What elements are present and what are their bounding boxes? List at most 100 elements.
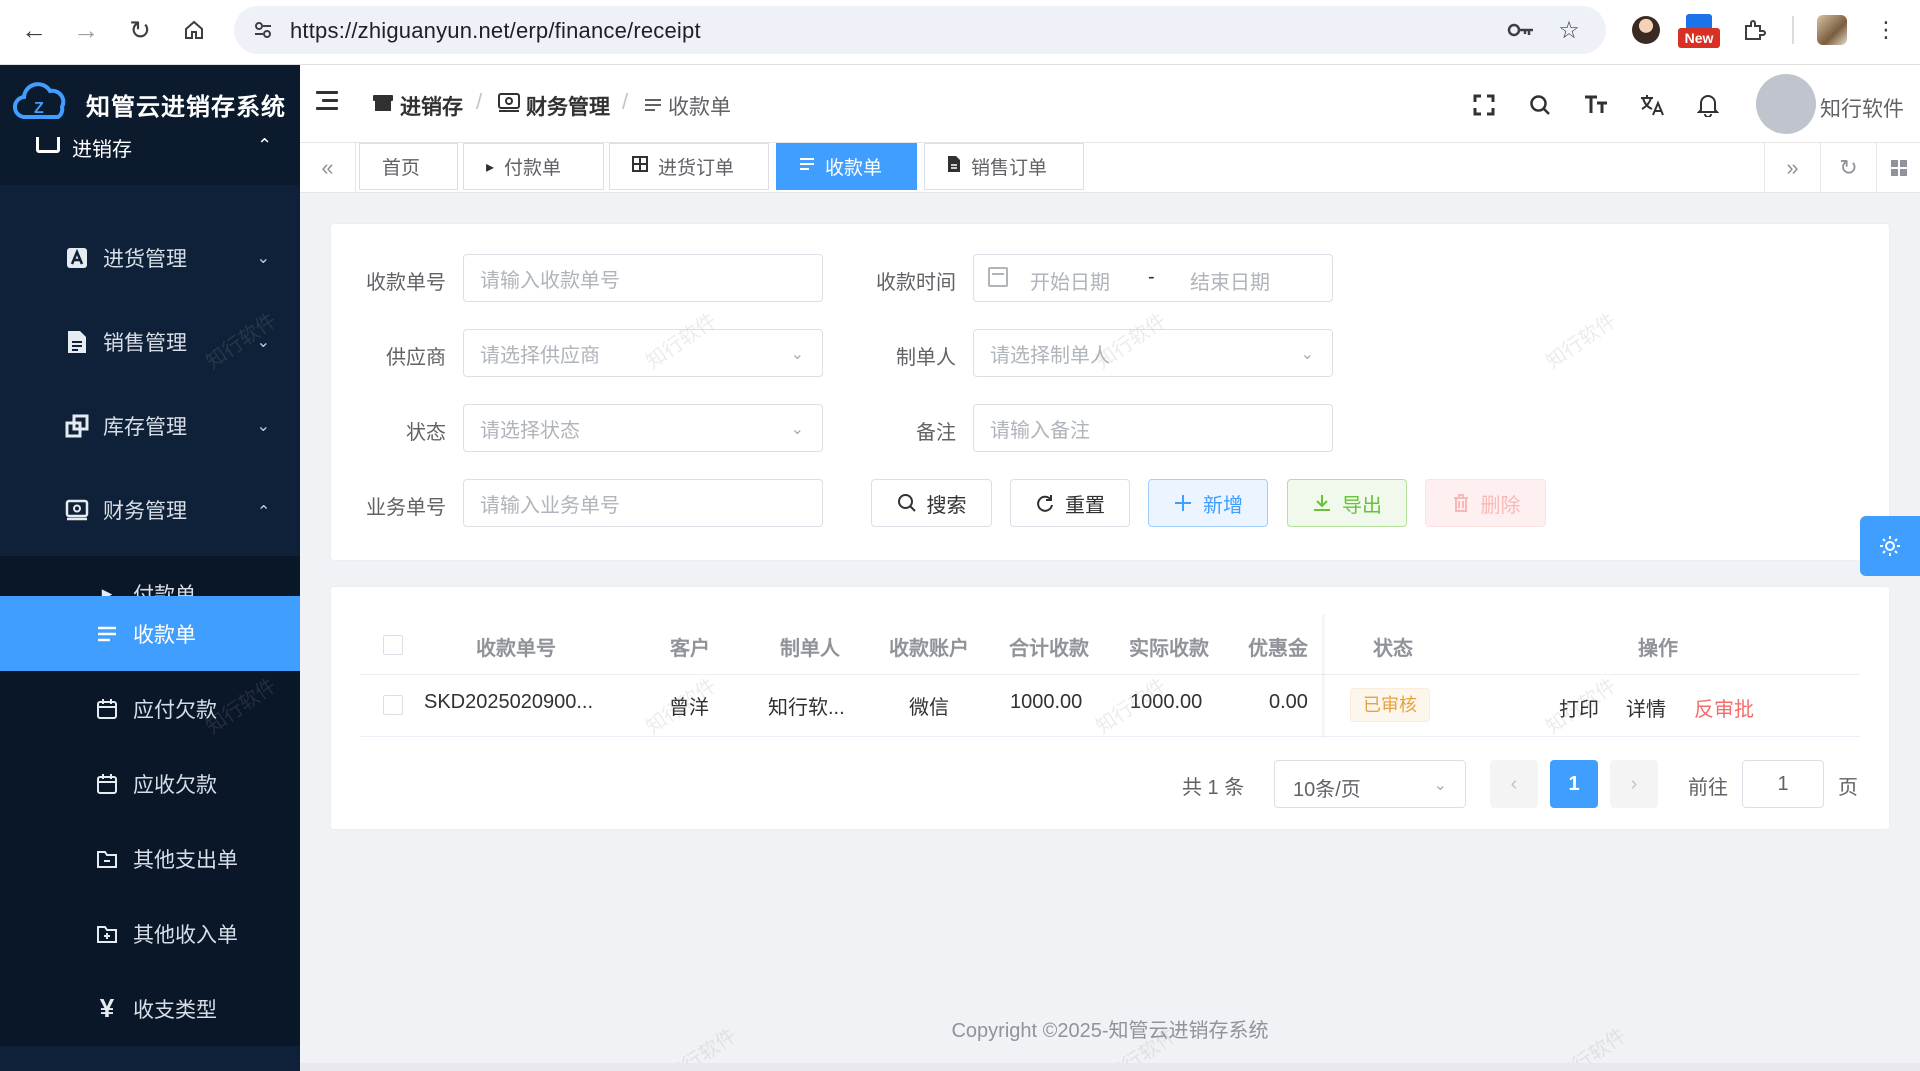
extensions-puzzle-icon[interactable] [1736,12,1772,48]
tabs-bar: « 首页 ▸ 付款单 进货订单 收款单 销售订单 » ↻ [300,143,1920,193]
sidebar-item-label: 收款单 [133,623,196,647]
sidebar-item-label: 进货管理 [103,247,187,271]
back-icon[interactable]: ← [14,10,54,50]
reload-icon[interactable]: ↻ [120,10,160,50]
collapse-menu-icon[interactable] [316,91,340,113]
print-link[interactable]: 打印 [1559,693,1599,722]
calendar-icon [94,771,120,797]
cell-total: 1000.00 [1010,691,1083,713]
sidebar-subitem-income-types[interactable]: ¥ 收支类型 [0,971,300,1046]
search-button[interactable]: 搜索 [871,479,992,527]
remark-input[interactable]: 请输入备注 [973,404,1333,452]
refresh-icon[interactable]: ↻ [1820,143,1876,193]
sidebar-subitem-other-income[interactable]: 其他收入单 [0,896,300,971]
search-icon[interactable] [1524,89,1556,121]
sidebar-item-label: 应付欠款 [133,698,217,722]
receipt-no-label: 收款单号 [366,272,446,294]
menu-kebab-icon[interactable]: ⋮ [1868,12,1904,48]
bottom-strip [300,1063,1920,1071]
top-header: 进销存 / 财务管理 / 收款单 知行软件 [300,65,1920,143]
calendar-icon [94,696,120,722]
tabs-scroll-left-icon[interactable]: « [300,143,356,193]
row-checkbox[interactable] [383,695,403,715]
sidebar-item-finance[interactable]: 财务管理 ⌄ [0,472,300,547]
sidebar-subitem-other-expense[interactable]: 其他支出单 [0,821,300,896]
receipt-time-range-picker[interactable]: 开始日期 - 结束日期 [973,254,1333,302]
supplier-select[interactable]: 请选择供应商 ⌄ [463,329,823,377]
address-bar[interactable]: https://zhiguanyun.net/erp/finance/recei… [234,6,1606,54]
sidebar-item-sales[interactable]: 销售管理 ⌄ [0,304,300,379]
url-text[interactable]: https://zhiguanyun.net/erp/finance/recei… [290,18,701,44]
unapprove-link[interactable]: 反审批 [1694,693,1754,722]
select-placeholder: 请选择供应商 [480,344,600,367]
next-page-button[interactable]: › [1610,760,1658,808]
profile-extension-icon[interactable] [1628,12,1664,48]
receipt-no-input[interactable]: 请输入收款单号 [463,254,823,302]
chevron-up-icon: ⌄ [256,500,270,518]
start-date-placeholder[interactable]: 开始日期 [1030,266,1110,295]
end-date-placeholder[interactable]: 结束日期 [1190,266,1270,295]
translate-icon[interactable] [1636,89,1668,121]
home-icon[interactable] [174,10,214,50]
business-no-input[interactable]: 请输入业务单号 [463,479,823,527]
breadcrumb-separator: / [622,89,629,114]
page-size-select[interactable]: 10条/页 ⌄ [1274,760,1466,808]
breadcrumb-item-finance[interactable]: 财务管理 [498,91,610,121]
settings-gear-icon[interactable] [1860,516,1920,576]
tab-label: 收款单 [825,158,883,179]
password-key-icon[interactable] [1504,14,1538,46]
plus-icon [1175,495,1191,511]
prev-page-button[interactable]: ‹ [1490,760,1538,808]
account-avatar-icon[interactable] [1814,12,1850,48]
svg-text:Z: Z [34,100,44,117]
calendar-icon [988,267,1008,287]
goto-page-input[interactable]: 1 [1742,760,1824,808]
date-separator: - [1148,266,1155,288]
bookmark-star-icon[interactable]: ☆ [1552,14,1586,46]
sidebar: 进销存 ⌄ Z 知管云进销存系统 进货管理 ⌄ 销售管理 ⌄ 库存管理 ⌄ 财务… [0,65,300,1071]
page-number-button[interactable]: 1 [1550,760,1598,808]
tab-receipt[interactable]: 收款单 [776,143,917,190]
delete-button[interactable]: 删除 [1425,479,1546,527]
add-button[interactable]: 新增 [1148,479,1268,527]
tab-home[interactable]: 首页 [359,143,458,190]
sidebar-subitem-payables[interactable]: 应付欠款 [0,671,300,746]
status-select[interactable]: 请选择状态 ⌄ [463,404,823,452]
cloud-logo-icon: Z [13,82,66,120]
list-icon [644,95,662,118]
tab-label: 首页 [382,158,421,179]
sidebar-subitem-receipt[interactable]: 收款单 [0,596,300,671]
receipt-time-label: 收款时间 [876,272,956,294]
reset-button[interactable]: 重置 [1010,479,1130,527]
download-icon [1314,495,1330,511]
tab-payment[interactable]: ▸ 付款单 [463,143,604,190]
supplier-label: 供应商 [386,347,446,369]
sidebar-subitem-receivables[interactable]: 应收欠款 [0,746,300,821]
detail-link[interactable]: 详情 [1626,693,1666,722]
font-size-icon[interactable] [1580,89,1612,121]
avatar[interactable] [1756,74,1816,134]
button-label: 搜索 [926,494,967,517]
export-button[interactable]: 导出 [1287,479,1407,527]
breadcrumb-item-jinxiaocun[interactable]: 进销存 [372,91,463,121]
site-info-icon[interactable] [248,16,278,44]
input-placeholder: 请输入收款单号 [480,269,620,292]
tab-sales-order[interactable]: 销售订单 [924,143,1084,190]
button-label: 删除 [1480,494,1521,517]
wallet-icon [64,497,90,523]
new-extension-icon[interactable]: New [1678,14,1720,50]
tabs-scroll-right-icon[interactable]: » [1764,143,1820,193]
button-label: 新增 [1203,494,1243,517]
sidebar-item-label: 其他收入单 [133,923,238,947]
creator-select[interactable]: 请选择制单人 ⌄ [973,329,1333,377]
select-all-checkbox[interactable] [383,635,403,655]
sidebar-item-inventory[interactable]: 库存管理 ⌄ [0,388,300,463]
browser-toolbar: ← → ↻ https://zhiguanyun.net/erp/finance… [0,0,1920,65]
forward-icon[interactable]: → [66,10,106,50]
sidebar-item-purchase[interactable]: 进货管理 ⌄ [0,220,300,295]
bell-icon[interactable] [1692,89,1724,121]
fullscreen-icon[interactable] [1468,89,1500,121]
user-name[interactable]: 知行软件 [1820,93,1904,123]
tab-purchase-order[interactable]: 进货订单 [609,143,769,190]
tabs-menu-grid-icon[interactable] [1876,143,1920,193]
